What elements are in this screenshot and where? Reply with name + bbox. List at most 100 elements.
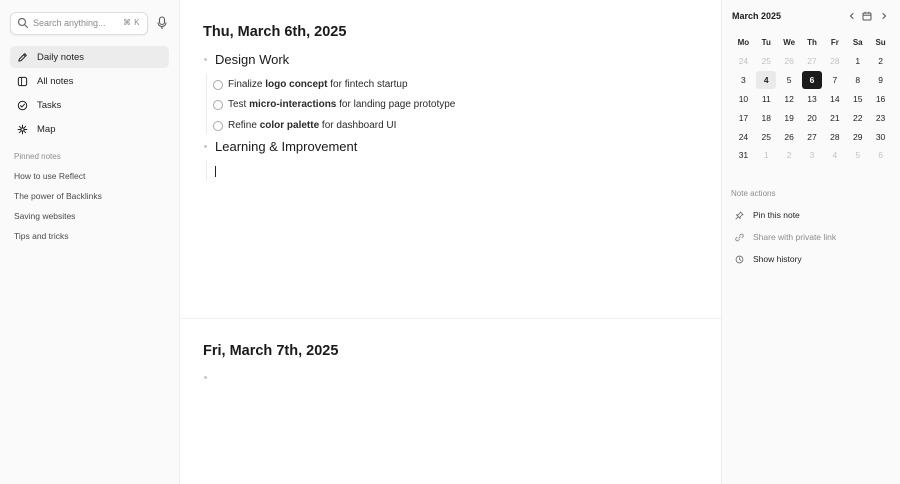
calendar-day[interactable]: 3 (801, 146, 824, 165)
note-actions-list: Pin this note Share with private link Sh… (732, 204, 892, 270)
calendar-day[interactable]: 20 (801, 108, 824, 127)
calendar-day-number: 25 (761, 56, 771, 67)
task-checkbox[interactable] (213, 99, 223, 110)
calendar-day-number: 14 (830, 93, 840, 104)
calendar-day-number: 1 (855, 56, 861, 67)
calendar-day[interactable]: 18 (755, 108, 778, 127)
calendar-day[interactable]: 6 (801, 71, 824, 90)
calendar-day-number: 11 (761, 93, 771, 104)
microphone-icon[interactable] (156, 16, 168, 30)
calendar-day[interactable]: 6 (869, 146, 892, 165)
calendar-day[interactable]: 4 (755, 71, 778, 90)
calendar-day-number: 30 (875, 131, 886, 142)
calendar-day-number: 25 (761, 131, 771, 142)
calendar-day[interactable]: 4 (823, 146, 846, 165)
calendar-day[interactable]: 5 (778, 71, 801, 90)
calendar-day[interactable]: 31 (732, 146, 755, 165)
sidebar-item-map[interactable]: Map (10, 118, 169, 140)
calendar-day-number: 4 (832, 150, 838, 161)
share-link-button[interactable]: Share with private link (732, 226, 892, 248)
calendar-day[interactable]: 12 (778, 90, 801, 109)
calendar-day-number: 5 (786, 75, 792, 86)
calendar-day[interactable]: 22 (846, 108, 869, 127)
calendar-day[interactable]: 16 (869, 90, 892, 109)
task-item[interactable]: Finalize logo concept for fintech startu… (213, 79, 408, 90)
calendar-day[interactable]: 24 (732, 52, 755, 71)
pinned-note-link[interactable]: How to use Reflect (14, 171, 102, 191)
section-heading[interactable]: Learning & Improvement (215, 139, 357, 154)
calendar-day[interactable]: 7 (823, 71, 846, 90)
calendar-day-number: 8 (855, 75, 861, 86)
calendar-day[interactable]: 25 (755, 52, 778, 71)
bullet-point[interactable] (204, 376, 207, 379)
calendar-day[interactable]: 26 (778, 127, 801, 146)
calendar-day[interactable]: 25 (755, 127, 778, 146)
calendar-day-number: 15 (852, 93, 863, 104)
calendar-day-number: 20 (807, 112, 817, 123)
search-input[interactable]: Search anything... ⌘ K (10, 12, 148, 35)
calendar-day-number: 9 (878, 75, 883, 86)
pen-icon (18, 52, 27, 62)
calendar-day-number: 29 (852, 131, 863, 142)
calendar-weekday-header: Fr (830, 38, 839, 47)
task-item[interactable]: Refine color palette for dashboard UI (213, 120, 396, 131)
calendar-day-number: 27 (807, 56, 817, 67)
calendar-day[interactable]: 1 (846, 52, 869, 71)
day-separator (180, 318, 721, 319)
calendar-day[interactable]: 10 (732, 90, 755, 109)
task-checkbox[interactable] (213, 120, 223, 131)
calendar-weekday-header: Su (875, 38, 886, 47)
calendar-day-number: 24 (738, 131, 749, 142)
pinned-note-link[interactable]: Tips and tricks (14, 231, 102, 251)
calendar-day[interactable]: 1 (755, 146, 778, 165)
calendar-day-number: 2 (786, 150, 792, 161)
calendar-day[interactable]: 28 (823, 52, 846, 71)
calendar-day-number: 3 (809, 150, 815, 161)
action-label: Share with private link (753, 232, 837, 242)
day-title[interactable]: Thu, March 6th, 2025 (203, 24, 346, 40)
calendar-icon[interactable] (862, 11, 872, 21)
pin-note-button[interactable]: Pin this note (732, 204, 892, 226)
pinned-note-link[interactable]: The power of Backlinks (14, 191, 102, 211)
day-title[interactable]: Fri, March 7th, 2025 (203, 343, 338, 359)
calendar-day[interactable]: 17 (732, 108, 755, 127)
sidebar-item-tasks[interactable]: Tasks (10, 94, 169, 116)
calendar-day[interactable]: 2 (869, 52, 892, 71)
action-label: Pin this note (753, 210, 800, 220)
calendar-day[interactable]: 14 (823, 90, 846, 109)
sidebar-item-daily-notes[interactable]: Daily notes (10, 46, 169, 68)
calendar-day[interactable]: 3 (732, 71, 755, 90)
calendar-day[interactable]: 26 (778, 52, 801, 71)
calendar-day[interactable]: 30 (869, 127, 892, 146)
calendar-day-number: 28 (830, 56, 840, 67)
pinned-note-link[interactable]: Saving websites (14, 211, 102, 231)
calendar-day[interactable]: 13 (801, 90, 824, 109)
task-text: Refine color palette for dashboard UI (228, 120, 397, 131)
calendar-day[interactable]: 27 (801, 127, 824, 146)
show-history-button[interactable]: Show history (732, 248, 892, 270)
task-checkbox[interactable] (213, 79, 223, 90)
calendar-day[interactable]: 5 (846, 146, 869, 165)
sidebar-item-all-notes[interactable]: All notes (10, 70, 169, 92)
calendar-day[interactable]: 24 (732, 127, 755, 146)
section-heading[interactable]: Design Work (215, 52, 289, 67)
chevron-right-icon[interactable] (879, 11, 889, 21)
calendar-day[interactable]: 8 (846, 71, 869, 90)
calendar-day[interactable]: 9 (869, 71, 892, 90)
calendar-day[interactable]: 11 (755, 90, 778, 109)
calendar-day[interactable]: 21 (823, 108, 846, 127)
calendar-day[interactable]: 15 (846, 90, 869, 109)
calendar-day-number: 12 (784, 93, 794, 104)
chevron-left-icon[interactable] (847, 11, 857, 21)
calendar-day[interactable]: 28 (823, 127, 846, 146)
calendar-day[interactable]: 19 (778, 108, 801, 127)
calendar-day[interactable]: 2 (778, 146, 801, 165)
calendar-day[interactable]: 23 (869, 108, 892, 127)
calendar-day[interactable]: 27 (801, 52, 824, 71)
calendar-day-number: 7 (832, 75, 838, 86)
task-item[interactable]: Test micro-interactions for landing page… (213, 99, 455, 110)
calendar-day[interactable]: 29 (846, 127, 869, 146)
sidebar: Search anything... ⌘ K Daily notes All n… (0, 0, 180, 484)
pinned-notes-heading: Pinned notes (14, 152, 61, 161)
calendar-day-number: 17 (738, 112, 749, 123)
